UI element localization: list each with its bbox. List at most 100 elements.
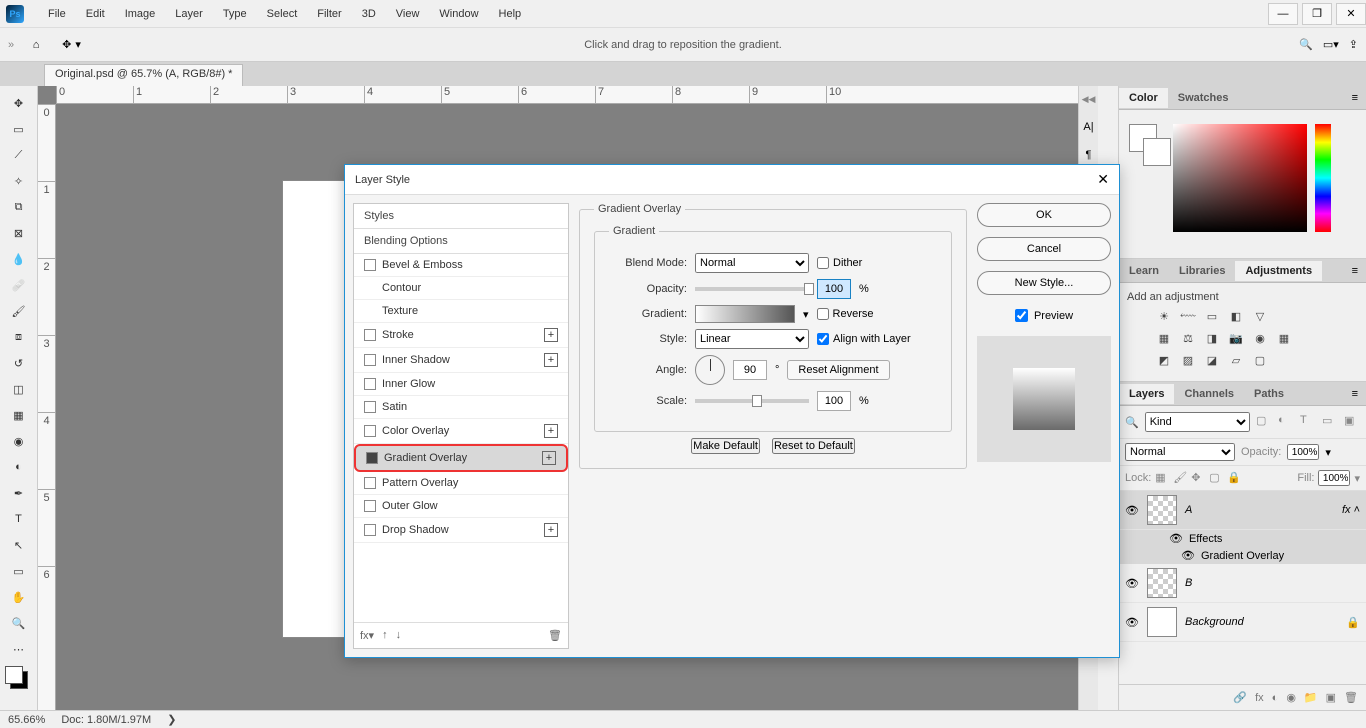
stamp-tool[interactable]: ⧈ (7, 325, 31, 349)
background-color[interactable] (1143, 138, 1171, 166)
style-item-inner-shadow[interactable]: Inner Shadow+ (354, 348, 568, 373)
add-effect-icon[interactable]: + (542, 451, 556, 465)
styles-header[interactable]: Styles (354, 204, 568, 229)
style-checkbox[interactable] (364, 401, 376, 413)
style-item-gradient-overlay[interactable]: Gradient Overlay+ (354, 444, 568, 472)
move-down-icon[interactable]: ↓ (396, 629, 402, 642)
mask-icon[interactable]: ◐ (1272, 692, 1279, 704)
status-chevron-icon[interactable]: ❯ (167, 713, 176, 726)
style-checkbox[interactable] (364, 500, 376, 512)
layer-name[interactable]: A (1185, 504, 1334, 516)
visibility-icon[interactable]: 👁 (1169, 532, 1183, 545)
new-style-button[interactable]: New Style... (977, 271, 1111, 295)
new-layer-icon[interactable]: ▣ (1326, 691, 1336, 704)
layer-thumb[interactable] (1147, 568, 1177, 598)
eyedropper-tool[interactable]: 💧 (7, 247, 31, 271)
scale-slider[interactable] (695, 399, 809, 403)
menu-help[interactable]: Help (489, 4, 532, 24)
move-up-icon[interactable]: ↑ (382, 629, 388, 642)
menu-layer[interactable]: Layer (165, 4, 213, 24)
eraser-tool[interactable]: ◫ (7, 377, 31, 401)
magic-wand-tool[interactable]: ✧ (7, 169, 31, 193)
panel-toggle-icon[interactable]: » (8, 39, 14, 51)
character-panel-icon[interactable]: A| (1083, 121, 1093, 133)
move-tool[interactable]: ✥ (7, 91, 31, 115)
visibility-icon[interactable]: 👁 (1125, 577, 1139, 590)
style-item-inner-glow[interactable]: Inner Glow (354, 373, 568, 396)
frame-tool[interactable]: ⊠ (7, 221, 31, 245)
cancel-button[interactable]: Cancel (977, 237, 1111, 261)
invert-icon[interactable]: ◩ (1155, 351, 1173, 369)
style-item-contour[interactable]: Contour (354, 277, 568, 300)
layer-thumb[interactable] (1147, 607, 1177, 637)
lock-image-icon[interactable]: 🖌 (1173, 471, 1187, 485)
gradient-map-icon[interactable]: ▱ (1227, 351, 1245, 369)
more-tools[interactable]: ⋯ (7, 637, 31, 661)
threshold-icon[interactable]: ◪ (1203, 351, 1221, 369)
lookup-icon[interactable]: ▦ (1275, 329, 1293, 347)
search-icon[interactable]: 🔍 (1299, 38, 1313, 51)
delete-icon[interactable]: 🗑 (1344, 691, 1358, 704)
opacity-slider[interactable] (695, 287, 809, 291)
reverse-checkbox[interactable]: Reverse (817, 308, 874, 320)
layer-row[interactable]: 👁 Background 🔒 (1119, 603, 1366, 642)
style-item-color-overlay[interactable]: Color Overlay+ (354, 419, 568, 444)
gradient-style-select[interactable]: Linear (695, 329, 809, 349)
trash-icon[interactable]: 🗑 (548, 629, 562, 642)
workspace-icon[interactable]: ▭▾ (1323, 38, 1339, 51)
filter-shape-icon[interactable]: ▭ (1322, 414, 1338, 430)
levels-icon[interactable]: ⬳ (1179, 307, 1197, 325)
balance-icon[interactable]: ⚖ (1179, 329, 1197, 347)
angle-input[interactable] (733, 360, 767, 380)
style-item-satin[interactable]: Satin (354, 396, 568, 419)
doc-size[interactable]: Doc: 1.80M/1.97M (61, 714, 151, 726)
gradient-tool[interactable]: ▦ (7, 403, 31, 427)
blend-mode-select[interactable]: Normal (695, 253, 809, 273)
paragraph-panel-icon[interactable]: ¶ (1086, 149, 1092, 161)
fx-menu-icon[interactable]: fx▾ (360, 629, 374, 642)
layer-effect-item[interactable]: 👁 Gradient Overlay (1119, 547, 1366, 564)
filter-icon[interactable]: 🔍 (1125, 416, 1139, 429)
type-tool[interactable]: T (7, 507, 31, 531)
hue-slider[interactable] (1315, 124, 1331, 232)
tab-color[interactable]: Color (1119, 88, 1168, 108)
hand-tool[interactable]: ✋ (7, 585, 31, 609)
pen-tool[interactable]: ✒ (7, 481, 31, 505)
layer-effects-row[interactable]: 👁 Effects (1119, 530, 1366, 547)
layer-row[interactable]: 👁 B (1119, 564, 1366, 603)
gradient-preview[interactable] (695, 305, 795, 323)
tool-preset[interactable]: ✥▾ (62, 38, 81, 51)
color-swatches-tool[interactable] (7, 668, 31, 692)
gradient-chevron-icon[interactable]: ▾ (803, 308, 809, 321)
style-checkbox[interactable] (364, 329, 376, 341)
zoom-tool[interactable]: 🔍 (7, 611, 31, 635)
bw-icon[interactable]: ◨ (1203, 329, 1221, 347)
blend-mode-select[interactable]: Normal (1125, 443, 1235, 461)
angle-dial[interactable] (695, 355, 725, 385)
link-icon[interactable]: 🔗 (1233, 691, 1247, 704)
style-checkbox[interactable] (364, 259, 376, 271)
tab-adjustments[interactable]: Adjustments (1235, 261, 1322, 281)
menu-select[interactable]: Select (257, 4, 308, 24)
style-checkbox[interactable] (364, 378, 376, 390)
align-checkbox[interactable]: Align with Layer (817, 333, 911, 345)
share-icon[interactable]: ⇪ (1349, 38, 1358, 51)
style-item-bevel-emboss[interactable]: Bevel & Emboss (354, 254, 568, 277)
tab-channels[interactable]: Channels (1174, 384, 1244, 404)
color-field[interactable] (1173, 124, 1307, 232)
close-button[interactable]: ✕ (1336, 3, 1366, 25)
shape-tool[interactable]: ▭ (7, 559, 31, 583)
style-checkbox[interactable] (366, 452, 378, 464)
filter-type-icon[interactable]: T (1300, 414, 1316, 430)
tab-learn[interactable]: Learn (1119, 261, 1169, 281)
collapse-arrow-icon[interactable]: ◀◀ (1082, 94, 1096, 105)
reset-default-button[interactable]: Reset to Default (772, 438, 855, 454)
fx-icon[interactable]: fx (1255, 692, 1264, 704)
curves-icon[interactable]: ▭ (1203, 307, 1221, 325)
fill-input[interactable] (1318, 470, 1350, 486)
menu-type[interactable]: Type (213, 4, 257, 24)
lock-all-icon[interactable]: 🔒 (1227, 471, 1241, 485)
group-icon[interactable]: 📁 (1304, 691, 1318, 704)
maximize-button[interactable]: ❐ (1302, 3, 1332, 25)
tab-swatches[interactable]: Swatches (1168, 88, 1239, 108)
